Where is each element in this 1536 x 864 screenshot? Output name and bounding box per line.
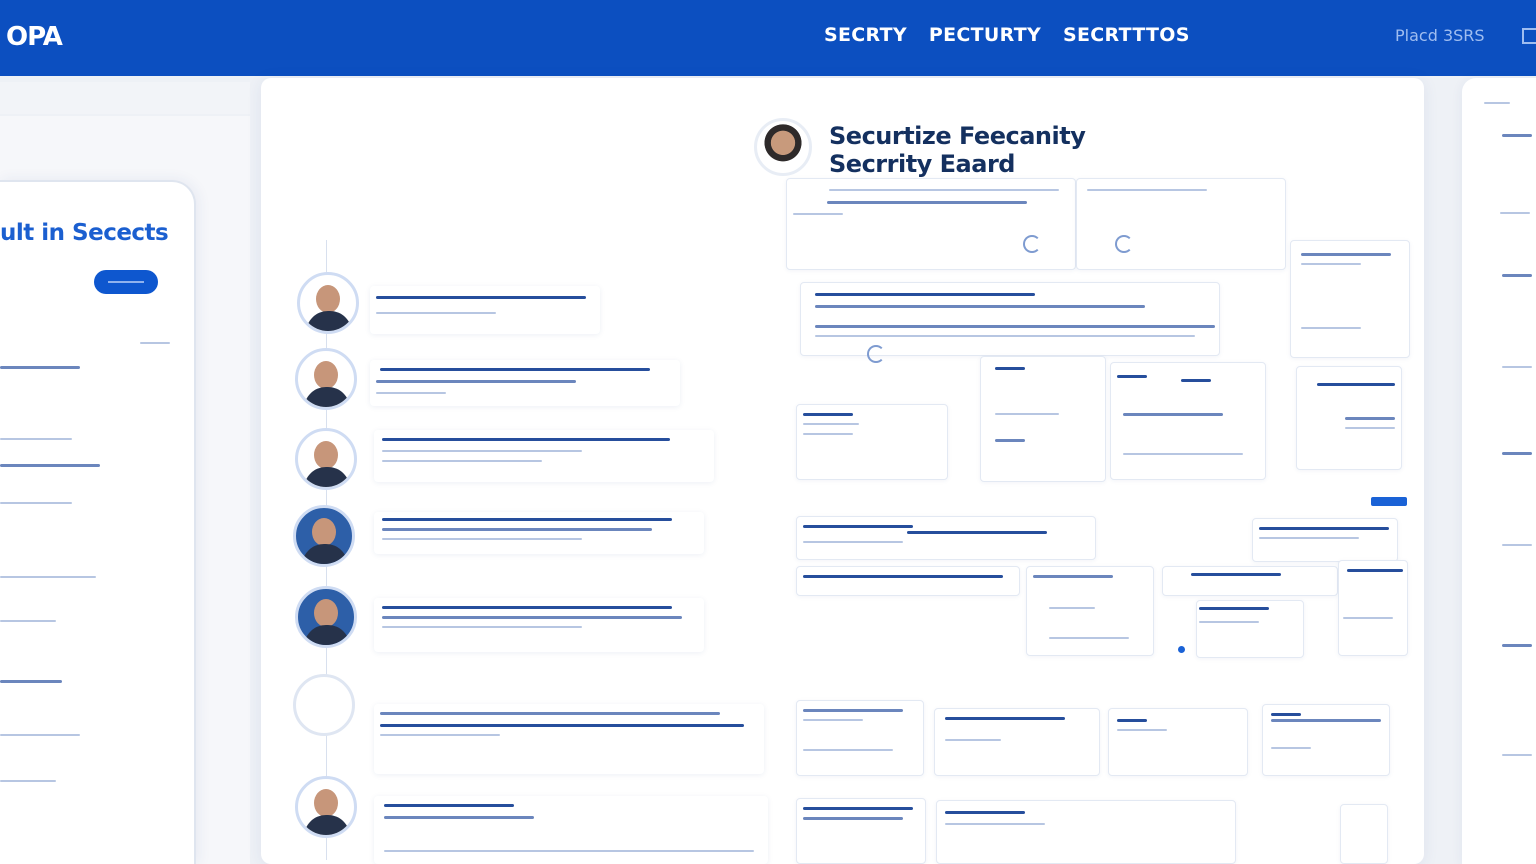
page-subtitle: Secrrity Eaard (829, 150, 1015, 178)
timeline-entry[interactable] (374, 704, 764, 774)
timeline-avatar[interactable] (295, 348, 357, 410)
mobile-text-line (0, 576, 96, 578)
mobile-text-line (0, 680, 62, 683)
page-title: Securtize Feecanity (829, 122, 1086, 150)
timeline-entry[interactable] (370, 360, 680, 406)
main-nav: SECRTY PECTURTY SECRTTTOS (824, 24, 1190, 46)
stats-card[interactable] (1290, 240, 1410, 358)
mobile-preview-title: ult in Secects (0, 220, 169, 246)
timeline-avatar[interactable] (293, 505, 355, 567)
timeline-entry[interactable] (374, 512, 704, 554)
timeline-avatar[interactable] (297, 272, 359, 334)
info-card[interactable] (1296, 366, 1402, 470)
mobile-text-line (0, 464, 100, 467)
status-badge[interactable] (1371, 497, 1407, 506)
timeline-entry[interactable] (374, 796, 768, 864)
left-toolbar-strip (0, 82, 250, 114)
mobile-preview-button[interactable] (94, 270, 158, 294)
nav-item-secrty[interactable]: SECRTY (824, 24, 907, 46)
nav-item-secrtttos[interactable]: SECRTTTOS (1063, 24, 1190, 46)
mobile-preview: ult in Secects (0, 180, 196, 864)
timeline-entry[interactable] (374, 598, 704, 652)
activity-panel[interactable] (1026, 566, 1154, 656)
right-text-line (1484, 102, 1510, 104)
detail-card[interactable] (1076, 178, 1286, 270)
right-text-line (1502, 754, 1532, 756)
detail-card[interactable] (786, 178, 1076, 270)
top-header: OPA SECRTY PECTURTY SECRTTTOS Placd 3SRS (0, 0, 1536, 76)
menu-icon[interactable] (1522, 28, 1536, 44)
info-card[interactable] (980, 356, 1106, 482)
header-right-label[interactable]: Placd 3SRS (1395, 26, 1485, 45)
activity-panel[interactable] (1162, 566, 1338, 596)
profile-avatar[interactable] (754, 118, 812, 176)
list-card[interactable] (796, 700, 924, 776)
info-card[interactable] (796, 404, 948, 480)
activity-panel[interactable] (1338, 560, 1408, 656)
timeline-avatar[interactable] (295, 776, 357, 838)
right-text-line (1500, 212, 1530, 214)
mobile-text-line (0, 438, 72, 440)
right-text-line (1502, 366, 1532, 368)
mobile-text-line (0, 366, 80, 369)
footer-card[interactable] (1340, 804, 1388, 864)
right-text-line (1502, 134, 1532, 137)
activity-panel[interactable] (1196, 600, 1304, 658)
brand-logo[interactable]: OPA (6, 22, 63, 52)
info-card[interactable] (1110, 362, 1266, 480)
right-text-line (1502, 544, 1532, 546)
right-text-line (1502, 452, 1532, 455)
mobile-text-line (0, 620, 56, 622)
active-indicator (1178, 646, 1185, 653)
mobile-text-line (140, 342, 170, 344)
mobile-text-line (0, 502, 72, 504)
right-card (1462, 78, 1536, 864)
activity-panel[interactable] (1252, 518, 1398, 562)
list-card[interactable] (1262, 704, 1390, 776)
mobile-text-line (0, 734, 80, 736)
nav-item-pecturty[interactable]: PECTURTY (929, 24, 1041, 46)
footer-card[interactable] (936, 800, 1236, 864)
timeline-avatar[interactable] (295, 586, 357, 648)
right-text-line (1502, 644, 1532, 647)
list-card[interactable] (934, 708, 1100, 776)
mobile-text-line (0, 780, 56, 782)
activity-panel[interactable] (796, 566, 1020, 596)
timeline-avatar[interactable] (295, 428, 357, 490)
activity-panel[interactable] (796, 516, 1096, 560)
footer-card[interactable] (796, 798, 926, 864)
right-text-line (1502, 274, 1532, 277)
timeline-entry[interactable] (370, 286, 600, 334)
list-card[interactable] (1108, 708, 1248, 776)
timeline-avatar[interactable] (293, 674, 355, 736)
timeline-entry[interactable] (374, 430, 714, 482)
summary-panel[interactable] (800, 282, 1220, 363)
